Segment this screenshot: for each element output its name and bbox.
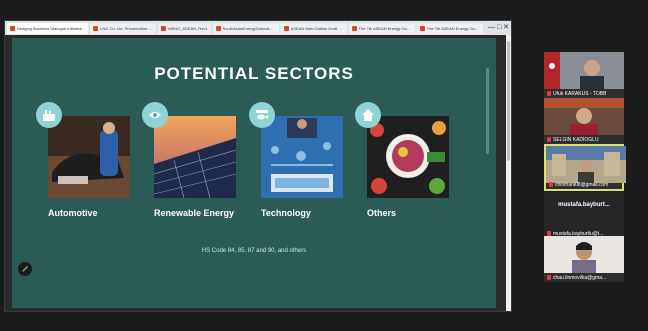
participant-tile[interactable]: Ufuk KARAKUS - TOBB <box>544 52 624 98</box>
sector-label-technology: Technology <box>261 208 311 218</box>
tab-lng[interactable]: LNG Co. Ltd. Presentation - P... <box>90 22 157 34</box>
meeting-window: Hedging Business Dialogue Initiative... … <box>0 0 648 331</box>
tab-meng[interactable]: MENG_ASEAN_Rev1 <box>158 22 211 34</box>
tab-label: MENG_ASEAN_Rev1 <box>168 25 208 31</box>
tab-bar: Hedging Business Dialogue Initiative... … <box>5 21 511 35</box>
participant-name-bar: chau.linmovilka@gma... <box>544 273 624 282</box>
draw-button[interactable] <box>18 262 32 276</box>
solar-panel-image <box>154 116 236 198</box>
participant-name: chinthani08@gmail.com <box>555 181 609 188</box>
participant-display-name: mustafa.bayburt... <box>558 202 610 208</box>
participant-name-bar: chinthani08@gmail.com <box>546 180 626 189</box>
tab-label: ASEAN Web Outline Draft 2... <box>290 25 344 31</box>
participant-tile-speaking[interactable]: chinthani08@gmail.com <box>544 144 626 191</box>
tab-label: LNG Co. Ltd. Presentation - P... <box>100 25 154 31</box>
mic-muted-icon <box>547 275 551 280</box>
tab-label: The 7th ASEAN Energy Outlook (AEO... <box>358 25 412 31</box>
participant-video <box>544 236 624 273</box>
home-check-icon <box>355 102 381 128</box>
mic-muted-icon <box>547 137 551 142</box>
fish-tech-icon <box>249 102 275 128</box>
participant-tile[interactable]: mustafa.bayburt... mustafa.bayburtlu@t..… <box>544 192 624 238</box>
tab-hedging[interactable]: Hedging Business Dialogue Initiative... <box>7 22 89 34</box>
vertical-scrollbar[interactable] <box>506 35 511 311</box>
tab-aeo[interactable]: The 7th ASEAN Energy Outlook (AEO... <box>348 22 415 34</box>
participant-video <box>546 146 626 183</box>
favicon-icon <box>419 25 425 31</box>
favicon-icon <box>161 25 167 31</box>
participant-name: Ufuk KARAKUS - TOBB <box>553 90 607 97</box>
tab-aeo-summary[interactable]: The 7th ASEAN Energy Outlook Sum... <box>416 22 483 34</box>
favicon-icon <box>93 25 99 31</box>
automotive-image <box>48 116 130 198</box>
participant-video <box>544 98 624 135</box>
eye-icon <box>142 102 168 128</box>
tab-label: The 7th ASEAN Energy Outlook Sum... <box>426 25 480 31</box>
favicon-icon <box>215 25 221 31</box>
participant-video <box>544 52 624 89</box>
slide-scroll-indicator <box>486 68 489 154</box>
mic-muted-icon <box>549 182 553 187</box>
scrollbar-thumb[interactable] <box>507 41 510 161</box>
technology-image <box>261 116 343 198</box>
favicon-icon <box>351 25 357 31</box>
presentation-slide: POTENTIAL SECTORS Automotive Renewable E… <box>12 38 496 308</box>
participant-name: SELGIN KADIOĞLU <box>553 136 599 143</box>
tab-label: Hedging Business Dialogue Initiative... <box>17 25 86 31</box>
pencil-icon <box>22 266 28 272</box>
tab-asean-web[interactable]: ASEAN Web Outline Draft 2... <box>280 22 347 34</box>
sector-label-others: Others <box>367 208 397 218</box>
sector-label-renewable-energy: Renewable Energy <box>154 208 235 218</box>
sector-label-automotive: Automotive <box>48 208 98 218</box>
tab-label: SouthAsianEnergyOutlook2019 <box>222 25 276 31</box>
participant-name: chau.linmovilka@gma... <box>553 274 607 281</box>
participant-tile[interactable]: SELGIN KADIOĞLU <box>544 98 624 144</box>
participant-tile[interactable]: chau.linmovilka@gma... <box>544 236 624 282</box>
mic-muted-icon <box>547 91 551 96</box>
slide-title: POTENTIAL SECTORS <box>154 64 354 83</box>
participant-name-bar: Ufuk KARAKUS - TOBB <box>544 89 624 98</box>
favicon-icon <box>10 25 15 31</box>
food-image <box>367 116 449 198</box>
hs-code-text: HS Code 84, 85, 87 and 90, and others <box>201 248 307 254</box>
favicon-icon <box>283 25 289 31</box>
participant-name-bar: SELGIN KADIOĞLU <box>544 135 624 144</box>
window-controls[interactable]: — □ ✕ <box>488 23 509 33</box>
tab-southasian[interactable]: SouthAsianEnergyOutlook2019 <box>212 22 279 34</box>
factory-icon <box>36 102 62 128</box>
